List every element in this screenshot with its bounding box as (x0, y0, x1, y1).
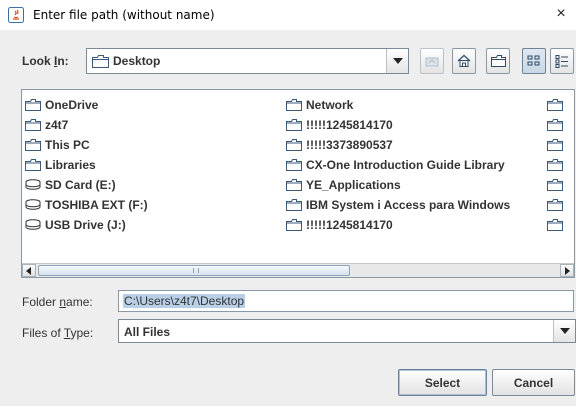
java-app-icon (8, 7, 24, 23)
list-item-label: !!!!!1245814170 (306, 218, 393, 232)
list-item[interactable]: SD Card (E:) (25, 176, 116, 194)
folder-icon (25, 99, 41, 111)
list-item[interactable]: IBM System i Access para Windows (286, 196, 510, 214)
look-in-dropdown[interactable]: Desktop (86, 48, 409, 74)
list-item-clipped[interactable] (547, 216, 567, 234)
folder-icon (286, 99, 302, 111)
folder-name-input[interactable]: C:\Users\z4t7\Desktop (118, 290, 574, 312)
list-item[interactable]: CX-One Introduction Guide Library (286, 156, 505, 174)
list-item[interactable]: !!!!!1245814170 (286, 216, 393, 234)
list-item-clipped[interactable] (547, 96, 567, 114)
list-item-clipped[interactable] (547, 196, 567, 214)
list-item-clipped[interactable] (547, 116, 567, 134)
list-view-icon (527, 55, 540, 66)
folder-icon (25, 119, 41, 131)
list-item-label: YE_Applications (306, 178, 401, 192)
list-item[interactable]: YE_Applications (286, 176, 401, 194)
list-item-label: Libraries (45, 158, 96, 172)
list-item-label: !!!!!1245814170 (306, 118, 393, 132)
chevron-down-icon[interactable] (553, 320, 575, 342)
folder-icon (286, 199, 302, 211)
list-item-label: SD Card (E:) (45, 178, 116, 192)
list-item-label: OneDrive (45, 98, 99, 112)
list-item[interactable]: USB Drive (J:) (25, 216, 126, 234)
home-icon (457, 54, 471, 67)
files-of-type-value: All Files (124, 325, 171, 339)
folder-icon (92, 55, 109, 68)
list-item[interactable]: TOSHIBA EXT (F:) (25, 196, 148, 214)
scroll-left-icon[interactable] (22, 264, 36, 277)
details-view-icon (555, 55, 568, 68)
list-item-clipped[interactable] (547, 176, 567, 194)
title-bar: Enter file path (without name) × (0, 0, 576, 30)
folder-name-label: Folder name: (22, 295, 93, 309)
list-item[interactable]: OneDrive (25, 96, 98, 114)
list-item-label: Network (306, 98, 354, 112)
list-item-label: z4t7 (45, 118, 69, 132)
list-item[interactable]: Network (286, 96, 353, 114)
scroll-right-icon[interactable] (560, 264, 574, 277)
files-of-type-label: Files of Type: (22, 326, 94, 340)
folder-icon (286, 139, 302, 151)
folder-name-value: C:\Users\z4t7\Desktop (123, 294, 246, 308)
look-in-label: Look In: (22, 54, 69, 68)
file-list[interactable]: OneDrive z4t7 This PC Libraries SD Card (E:)… (21, 89, 575, 278)
details-view-button[interactable] (550, 48, 574, 74)
folder-icon (547, 199, 563, 211)
list-item-label: USB Drive (J:) (45, 218, 126, 232)
list-item-clipped[interactable] (547, 156, 567, 174)
list-item-label: This PC (45, 138, 90, 152)
window-title: Enter file path (without name) (33, 8, 215, 22)
close-icon[interactable]: × (552, 4, 570, 24)
drive-icon (25, 219, 41, 230)
home-button[interactable] (452, 48, 476, 74)
folder-icon (25, 139, 41, 151)
list-item-label: IBM System i Access para Windows (306, 198, 511, 212)
folder-icon (286, 219, 302, 231)
chevron-down-icon[interactable] (386, 49, 408, 73)
folder-icon (547, 139, 563, 151)
cancel-button[interactable]: Cancel (492, 369, 575, 396)
list-item[interactable]: Libraries (25, 156, 96, 174)
folder-icon (547, 219, 563, 231)
folder-icon (547, 159, 563, 171)
list-item-label: !!!!!3373890537 (306, 138, 393, 152)
list-item[interactable]: !!!!!1245814170 (286, 116, 393, 134)
list-item-label: TOSHIBA EXT (F:) (45, 198, 148, 212)
folder-icon (547, 119, 563, 131)
up-folder-icon (425, 57, 439, 67)
look-in-value: Desktop (113, 54, 161, 68)
new-folder-button[interactable] (486, 48, 510, 74)
drive-icon (25, 179, 41, 190)
folder-icon (25, 159, 41, 171)
horizontal-scrollbar[interactable] (22, 263, 574, 277)
list-item-label: CX-One Introduction Guide Library (306, 158, 505, 172)
list-item[interactable]: This PC (25, 136, 90, 154)
files-of-type-dropdown[interactable]: All Files (118, 319, 576, 343)
drive-icon (25, 199, 41, 210)
folder-icon (286, 159, 302, 171)
list-view-button[interactable] (522, 48, 546, 74)
list-item-clipped[interactable] (547, 136, 567, 154)
list-item[interactable]: !!!!!3373890537 (286, 136, 393, 154)
select-button[interactable]: Select (398, 369, 487, 396)
folder-icon (286, 119, 302, 131)
list-item[interactable]: z4t7 (25, 116, 68, 134)
folder-icon (547, 99, 563, 111)
scrollbar-thumb[interactable] (38, 265, 350, 276)
folder-icon (547, 179, 563, 191)
folder-icon (286, 179, 302, 191)
new-folder-icon (491, 55, 506, 67)
up-folder-button[interactable] (420, 48, 444, 74)
